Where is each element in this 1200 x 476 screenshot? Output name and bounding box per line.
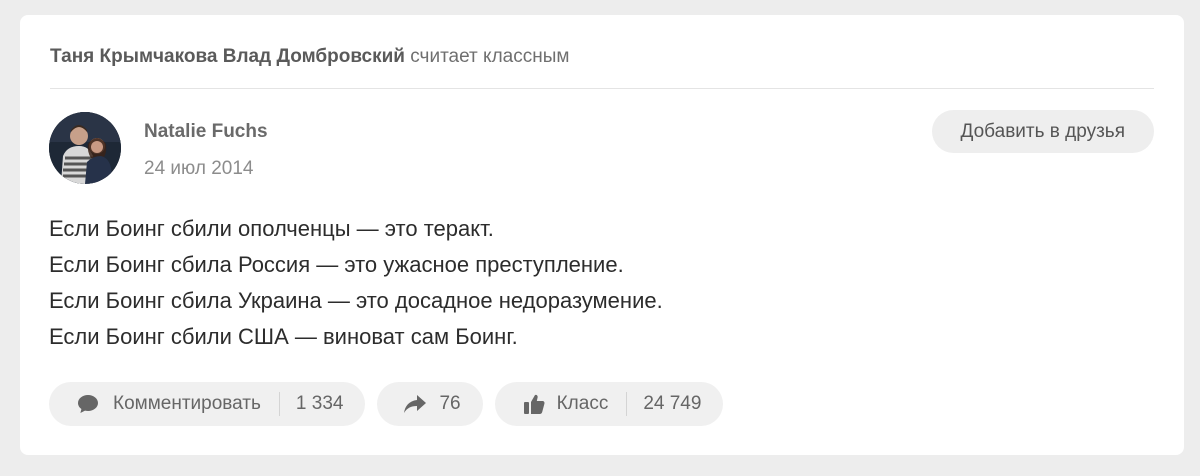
share-button[interactable]: 76 [377, 382, 483, 426]
avatar-photo-icon [49, 112, 121, 184]
comment-bubble-icon [78, 395, 98, 413]
share-count-value: 76 [439, 393, 461, 414]
thumbs-up-icon [523, 394, 545, 414]
liker-name-2[interactable]: Влад Домбровский [223, 46, 405, 67]
class-count-value: 24 749 [643, 393, 702, 414]
feed-action-text: считает классным [410, 46, 570, 67]
comment-count[interactable]: 1 334 [280, 382, 366, 426]
class-pill: Класс 24 749 [494, 382, 724, 426]
feed-header: Таня Крымчакова Влад Домбровский считает… [50, 45, 569, 69]
liker-name-1[interactable]: Таня Крымчакова [50, 46, 217, 67]
class-button[interactable]: Класс [495, 382, 627, 426]
comment-button[interactable]: Комментировать [49, 382, 279, 426]
feed-card: Таня Крымчакова Влад Домбровский считает… [20, 15, 1184, 455]
post-actions: Комментировать 1 334 76 Класс 24 749 [49, 382, 724, 426]
post-text: Если Боинг сбили ополченцы — это теракт.… [49, 211, 663, 355]
add-friend-button[interactable]: Добавить в друзья [931, 110, 1154, 153]
post-text-line: Если Боинг сбила Россия — это ужасное пр… [49, 252, 624, 277]
post-date[interactable]: 24 июл 2014 [144, 158, 254, 180]
header-divider [50, 88, 1154, 89]
post-text-line: Если Боинг сбила Украина — это досадное … [49, 288, 663, 313]
comment-label: Комментировать [113, 393, 261, 414]
comment-pill: Комментировать 1 334 [49, 382, 366, 426]
avatar[interactable] [49, 112, 121, 184]
class-count[interactable]: 24 749 [627, 382, 723, 426]
post-text-line: Если Боинг сбили ополченцы — это теракт. [49, 216, 494, 241]
comment-count-value: 1 334 [295, 393, 344, 414]
class-label: Класс [556, 393, 609, 414]
post-text-line: Если Боинг сбили США — виноват сам Боинг… [49, 324, 518, 349]
author-name[interactable]: Natalie Fuchs [144, 121, 268, 143]
share-arrow-icon [404, 395, 427, 413]
